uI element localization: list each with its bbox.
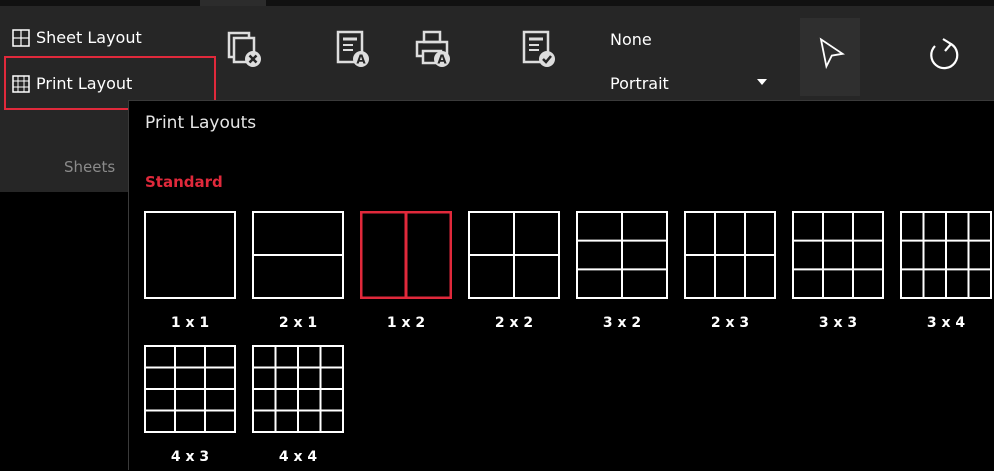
none-option-select[interactable]: None — [610, 30, 652, 49]
svg-text:A: A — [437, 53, 447, 67]
layout-tile-label: 4 x 3 — [170, 449, 210, 465]
sheet-layout-icon — [12, 28, 30, 47]
layout-tile-label: 3 x 4 — [926, 315, 966, 331]
print-layouts-popup: Print Layouts Standard 1 x 1 2 x 1 1 x 2 2 … — [128, 100, 994, 470]
left-panel — [0, 100, 128, 192]
toolbar-top-strip — [0, 0, 994, 6]
layout-tile-4x3[interactable]: 4 x 3 — [144, 345, 236, 471]
annotation-page-icon: A — [336, 30, 369, 67]
confirm-page-icon — [522, 30, 555, 67]
sheet-layout-button[interactable]: Sheet Layout — [12, 28, 142, 47]
svg-text:A: A — [356, 53, 366, 67]
layout-tile-label: 3 x 2 — [602, 315, 642, 331]
layout-preview-icon — [252, 345, 344, 433]
layout-preview-icon — [900, 211, 992, 299]
layout-preview-icon — [144, 211, 236, 299]
print-annotation-button[interactable]: A — [410, 26, 456, 72]
layout-preview-icon — [252, 211, 344, 299]
layout-tile-label: 3 x 3 — [818, 315, 858, 331]
layout-tile-4x4[interactable]: 4 x 4 — [252, 345, 344, 471]
annotation-page-button[interactable]: A — [330, 26, 376, 72]
sheets-group-label: Sheets — [64, 158, 116, 176]
sheet-layout-label: Sheet Layout — [36, 28, 142, 47]
layout-tile-label: 1 x 2 — [386, 315, 426, 331]
layout-preview-icon — [792, 211, 884, 299]
layout-tile-2x2[interactable]: 2 x 2 — [468, 211, 560, 337]
pointer-icon — [819, 37, 845, 70]
layout-tile-2x1[interactable]: 2 x 1 — [252, 211, 344, 337]
layout-tile-label: 4 x 4 — [278, 449, 318, 465]
layout-preview-icon — [360, 211, 452, 299]
orientation-dropdown-caret[interactable] — [757, 79, 767, 85]
print-annotation-icon: A — [415, 30, 450, 67]
layout-preview-icon — [576, 211, 668, 299]
popup-title: Print Layouts — [145, 113, 257, 133]
layout-tile-label: 2 x 1 — [278, 315, 318, 331]
remove-page-icon — [227, 31, 261, 67]
layout-preview-icon — [468, 211, 560, 299]
layout-tile-label: 2 x 3 — [710, 315, 750, 331]
layout-tile-3x4[interactable]: 3 x 4 — [900, 211, 992, 337]
standard-section-label: Standard — [145, 173, 223, 191]
layout-tile-3x3[interactable]: 3 x 3 — [792, 211, 884, 337]
layout-tile-1x2[interactable]: 1 x 2 — [360, 211, 452, 337]
layout-tile-1x1[interactable]: 1 x 1 — [144, 211, 236, 337]
layout-tile-label: 2 x 2 — [494, 315, 534, 331]
confirm-page-button[interactable] — [516, 26, 562, 72]
layout-tile-3x2[interactable]: 3 x 2 — [576, 211, 668, 337]
layout-tile-2x3[interactable]: 2 x 3 — [684, 211, 776, 337]
layout-preview-icon — [144, 345, 236, 433]
layout-preview-icon — [684, 211, 776, 299]
pointer-button[interactable] — [800, 18, 860, 96]
refresh-icon — [930, 38, 959, 70]
orientation-select[interactable]: Portrait — [610, 74, 669, 93]
layout-tile-label: 1 x 1 — [170, 315, 210, 331]
remove-page-button[interactable] — [222, 26, 268, 72]
refresh-button[interactable] — [920, 32, 966, 78]
